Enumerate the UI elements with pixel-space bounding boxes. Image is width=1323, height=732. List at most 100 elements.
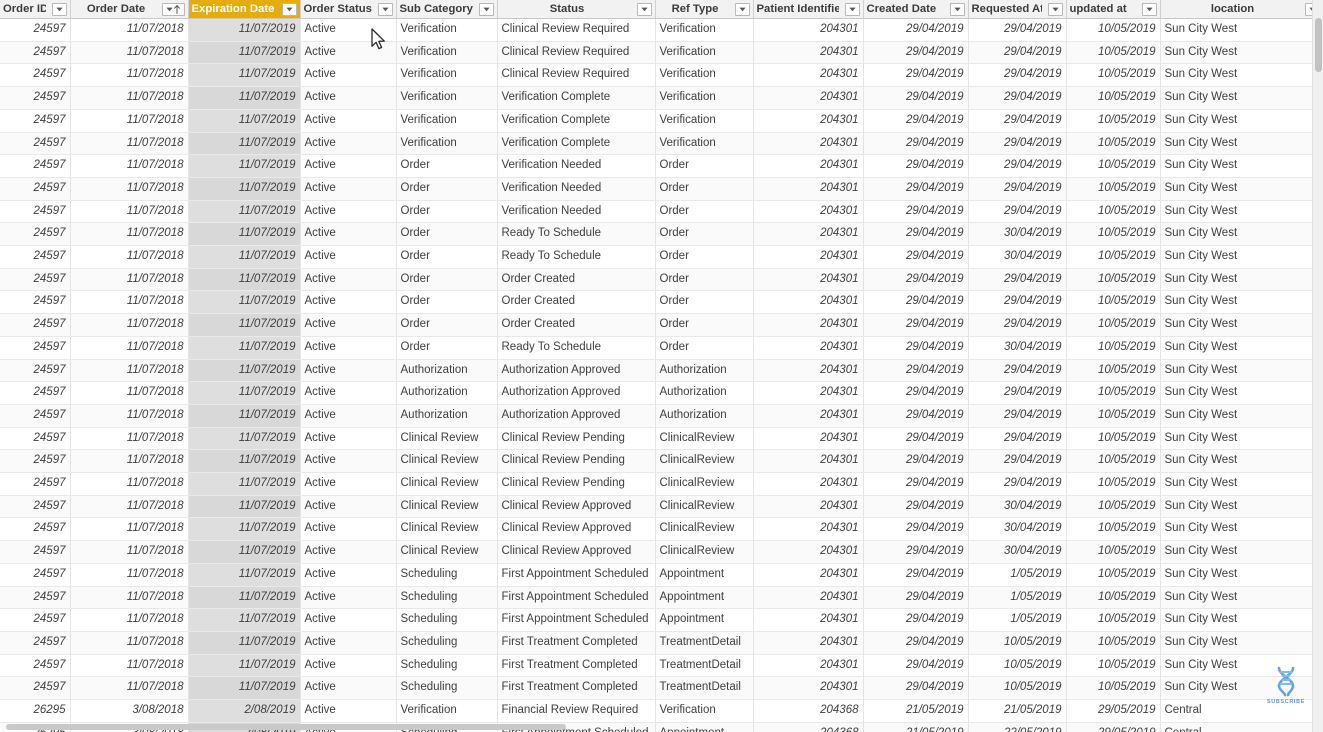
cell-requested_at[interactable]: 30/04/2019 bbox=[968, 540, 1067, 564]
cell-order_status[interactable]: Active bbox=[300, 427, 397, 451]
cell-updated_at[interactable]: 10/05/2019 bbox=[1066, 109, 1161, 133]
cell-order_id[interactable]: 24597 bbox=[0, 676, 71, 701]
cell-updated_at[interactable]: 10/05/2019 bbox=[1066, 495, 1161, 519]
cell-created_date[interactable]: 29/04/2019 bbox=[863, 290, 969, 315]
cell-updated_at[interactable]: 10/05/2019 bbox=[1066, 41, 1161, 65]
cell-updated_at[interactable]: 10/05/2019 bbox=[1066, 154, 1161, 178]
cell-status[interactable]: Clinical Review Approved bbox=[497, 540, 656, 564]
cell-location[interactable]: Central bbox=[1160, 699, 1323, 723]
cell-requested_at[interactable]: 29/04/2019 bbox=[968, 290, 1067, 315]
cell-updated_at[interactable]: 10/05/2019 bbox=[1066, 586, 1161, 610]
cell-sub_category[interactable]: Verification bbox=[396, 699, 498, 723]
cell-sub_category[interactable]: Scheduling bbox=[396, 586, 498, 610]
table-row[interactable]: 24597 11/07/2018 11/07/2019 Active Verificat… bbox=[0, 109, 1323, 133]
cell-order_id[interactable]: 24597 bbox=[0, 109, 71, 133]
cell-ref_type[interactable]: Order bbox=[655, 200, 754, 224]
cell-status[interactable]: Ready To Schedule bbox=[497, 222, 656, 247]
cell-ref_type[interactable]: Appointment bbox=[655, 586, 754, 610]
cell-status[interactable]: Clinical Review Pending bbox=[497, 449, 656, 474]
cell-patient_identifier[interactable]: 204301 bbox=[753, 495, 864, 519]
cell-ref_type[interactable]: ClinicalReview bbox=[655, 427, 754, 451]
cell-order_status[interactable]: Active bbox=[300, 631, 397, 655]
cell-updated_at[interactable]: 10/05/2019 bbox=[1066, 268, 1161, 292]
cell-requested_at[interactable]: 30/04/2019 bbox=[968, 495, 1067, 519]
cell-order_status[interactable]: Active bbox=[300, 449, 397, 474]
vertical-scrollbar[interactable] bbox=[1312, 0, 1323, 732]
cell-order_date[interactable]: 11/07/2018 bbox=[70, 517, 189, 542]
cell-order_id[interactable]: 24597 bbox=[0, 654, 71, 678]
cell-status[interactable]: Verification Needed bbox=[497, 200, 656, 224]
cell-patient_identifier[interactable]: 204301 bbox=[753, 540, 864, 564]
cell-patient_identifier[interactable]: 204301 bbox=[753, 154, 864, 178]
cell-patient_identifier[interactable]: 204301 bbox=[753, 109, 864, 133]
cell-sub_category[interactable]: Scheduling bbox=[396, 563, 498, 587]
table-row[interactable]: 24597 11/07/2018 11/07/2019 Active Schedulin… bbox=[0, 654, 1323, 678]
cell-patient_identifier[interactable]: 204301 bbox=[753, 654, 864, 678]
cell-patient_identifier[interactable]: 204368 bbox=[753, 699, 864, 723]
cell-ref_type[interactable]: Verification bbox=[655, 132, 754, 156]
cell-order_date[interactable]: 11/07/2018 bbox=[70, 359, 189, 383]
cell-requested_at[interactable]: 29/04/2019 bbox=[968, 63, 1067, 88]
column-header-order_status[interactable]: Order Status bbox=[300, 0, 397, 19]
cell-expiration_date[interactable]: 11/07/2019 bbox=[188, 427, 301, 451]
cell-expiration_date[interactable]: 11/07/2019 bbox=[188, 608, 301, 632]
cell-requested_at[interactable]: 30/04/2019 bbox=[968, 222, 1067, 247]
cell-expiration_date[interactable]: 11/07/2019 bbox=[188, 154, 301, 178]
table-row[interactable]: 24597 11/07/2018 11/07/2019 Active Authoriza… bbox=[0, 404, 1323, 428]
cell-updated_at[interactable]: 10/05/2019 bbox=[1066, 290, 1161, 315]
cell-expiration_date[interactable]: 11/07/2019 bbox=[188, 676, 301, 701]
cell-requested_at[interactable]: 29/04/2019 bbox=[968, 359, 1067, 383]
column-filter-button-expiration_date[interactable] bbox=[281, 2, 297, 16]
cell-location[interactable]: Sun City West bbox=[1160, 676, 1323, 701]
cell-ref_type[interactable]: Verification bbox=[655, 699, 754, 723]
cell-status[interactable]: Clinical Review Required bbox=[497, 18, 656, 42]
table-row[interactable]: 24597 11/07/2018 11/07/2019 Active Authoriza… bbox=[0, 359, 1323, 383]
cell-order_date[interactable]: 11/07/2018 bbox=[70, 654, 189, 678]
cell-location[interactable]: Sun City West bbox=[1160, 427, 1323, 451]
cell-ref_type[interactable]: TreatmentDetail bbox=[655, 676, 754, 701]
cell-order_id[interactable]: 24597 bbox=[0, 336, 71, 360]
column-header-order_date[interactable]: Order Date bbox=[70, 0, 189, 19]
cell-order_date[interactable]: 11/07/2018 bbox=[70, 132, 189, 156]
cell-location[interactable]: Sun City West bbox=[1160, 495, 1323, 519]
column-filter-button-updated_at[interactable] bbox=[1141, 2, 1157, 16]
cell-created_date[interactable]: 29/04/2019 bbox=[863, 676, 969, 701]
column-header-sub_category[interactable]: Sub Category bbox=[396, 0, 498, 19]
table-row[interactable]: 24597 11/07/2018 11/07/2019 Active Verificat… bbox=[0, 18, 1323, 42]
cell-order_id[interactable]: 24597 bbox=[0, 631, 71, 655]
cell-created_date[interactable]: 29/04/2019 bbox=[863, 154, 969, 178]
table-row[interactable]: 24597 11/07/2018 11/07/2019 Active Schedulin… bbox=[0, 563, 1323, 587]
cell-order_id[interactable]: 26295 bbox=[0, 699, 71, 723]
table-row[interactable]: 24597 11/07/2018 11/07/2019 Active Order Read… bbox=[0, 222, 1323, 247]
column-header-expiration_date[interactable]: Expiration Date bbox=[188, 0, 301, 19]
column-filter-button-order_date[interactable] bbox=[161, 2, 185, 16]
cell-patient_identifier[interactable]: 204301 bbox=[753, 268, 864, 292]
cell-order_status[interactable]: Active bbox=[300, 245, 397, 269]
cell-order_status[interactable]: Active bbox=[300, 222, 397, 247]
cell-updated_at[interactable]: 10/05/2019 bbox=[1066, 177, 1161, 201]
cell-requested_at[interactable]: 21/05/2019 bbox=[968, 699, 1067, 723]
cell-order_date[interactable]: 11/07/2018 bbox=[70, 86, 189, 110]
cell-order_date[interactable]: 11/07/2018 bbox=[70, 222, 189, 247]
cell-ref_type[interactable]: Order bbox=[655, 268, 754, 292]
cell-order_status[interactable]: Active bbox=[300, 63, 397, 88]
cell-requested_at[interactable]: 29/04/2019 bbox=[968, 154, 1067, 178]
cell-order_id[interactable]: 24597 bbox=[0, 427, 71, 451]
cell-updated_at[interactable]: 10/05/2019 bbox=[1066, 18, 1161, 42]
cell-ref_type[interactable]: ClinicalReview bbox=[655, 472, 754, 496]
cell-status[interactable]: Authorization Approved bbox=[497, 359, 656, 383]
cell-status[interactable]: First Appointment Scheduled bbox=[497, 563, 656, 587]
cell-ref_type[interactable]: Verification bbox=[655, 41, 754, 65]
cell-order_date[interactable]: 11/07/2018 bbox=[70, 676, 189, 701]
cell-expiration_date[interactable]: 11/07/2019 bbox=[188, 381, 301, 405]
cell-created_date[interactable]: 29/04/2019 bbox=[863, 517, 969, 542]
table-row[interactable]: 24597 11/07/2018 11/07/2019 Active Schedulin… bbox=[0, 676, 1323, 701]
cell-location[interactable]: Sun City West bbox=[1160, 109, 1323, 133]
cell-location[interactable]: Sun City West bbox=[1160, 381, 1323, 405]
table-row[interactable]: 24597 11/07/2018 11/07/2019 Active Clinical … bbox=[0, 495, 1323, 519]
cell-created_date[interactable]: 29/04/2019 bbox=[863, 177, 969, 201]
cell-patient_identifier[interactable]: 204301 bbox=[753, 404, 864, 428]
cell-sub_category[interactable]: Clinical Review bbox=[396, 449, 498, 474]
cell-created_date[interactable]: 29/04/2019 bbox=[863, 495, 969, 519]
cell-ref_type[interactable]: Authorization bbox=[655, 359, 754, 383]
